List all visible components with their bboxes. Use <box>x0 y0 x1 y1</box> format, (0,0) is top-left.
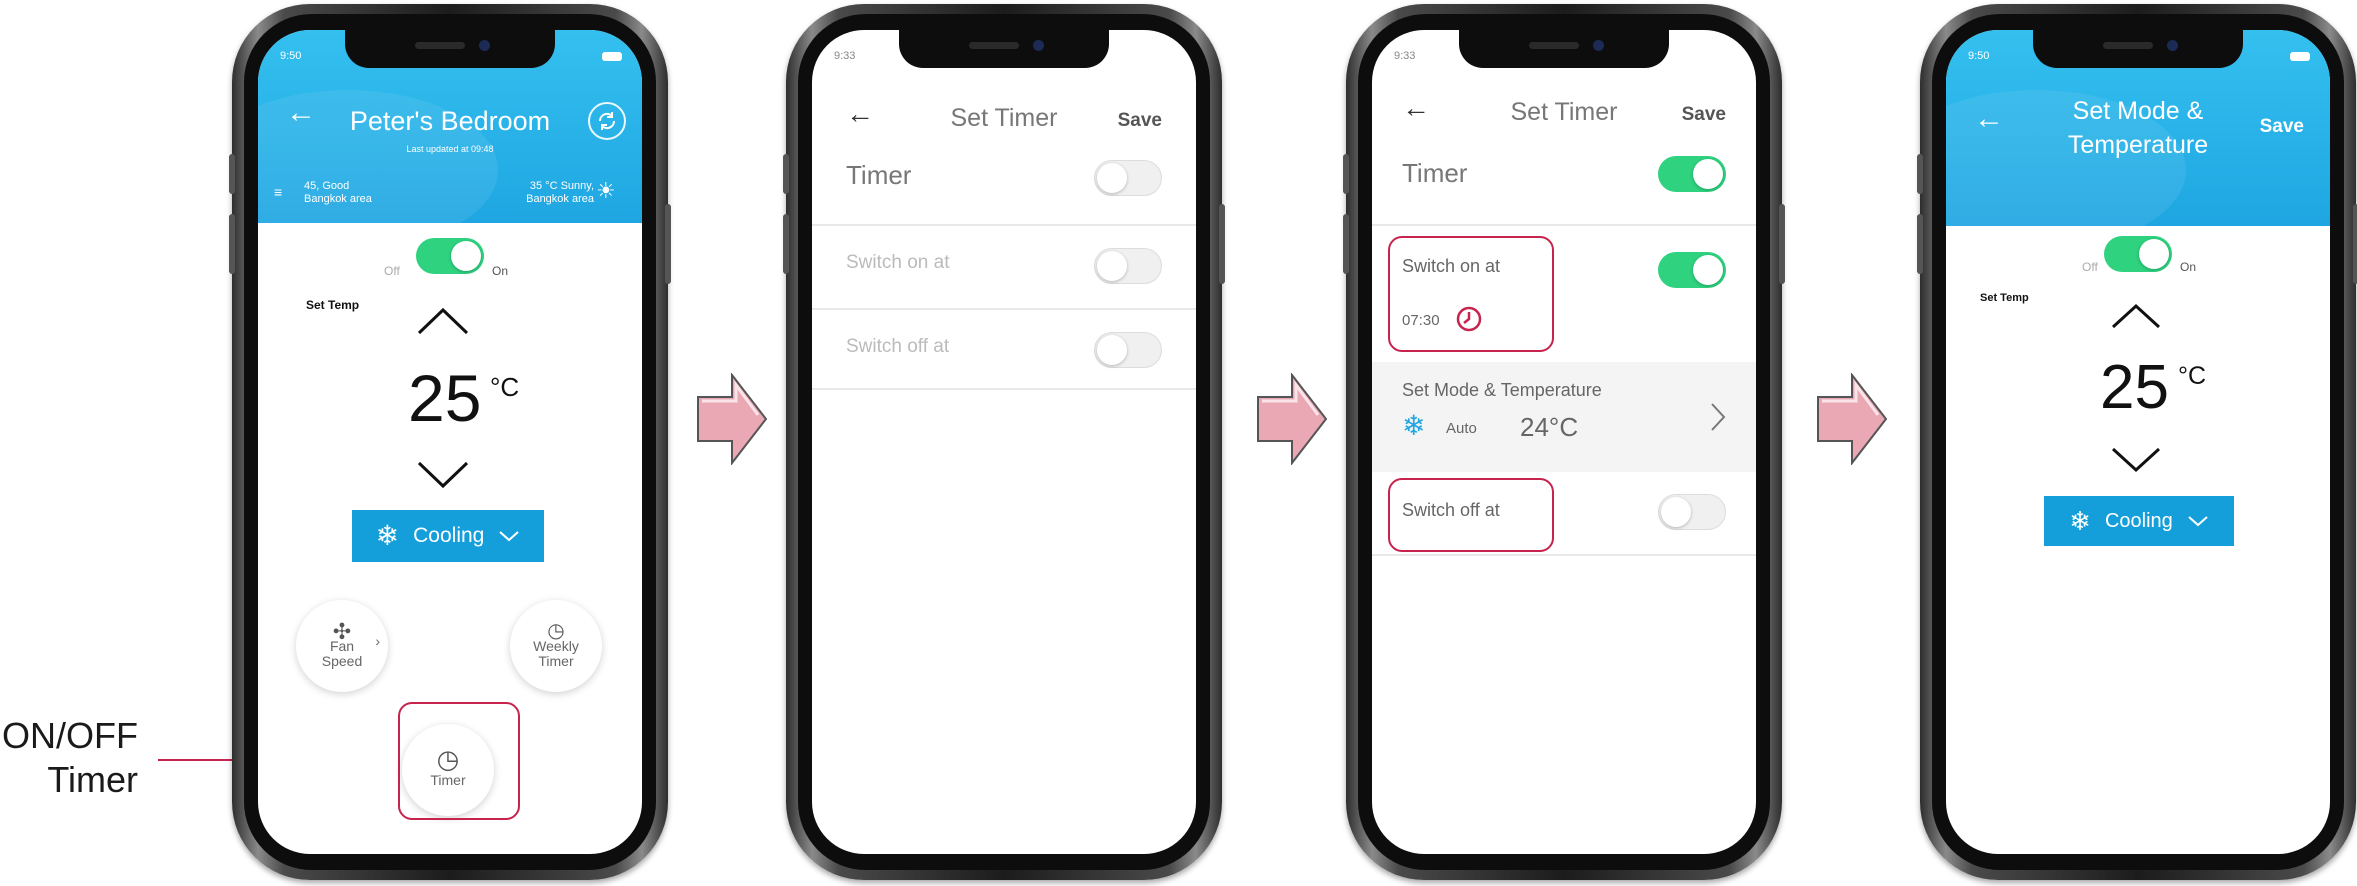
timer-toggle[interactable] <box>1094 160 1162 196</box>
switch-on-toggle[interactable] <box>1658 252 1726 288</box>
power-toggle[interactable] <box>416 238 484 274</box>
battery-icon <box>602 52 622 61</box>
back-arrow-icon[interactable]: ← <box>1974 102 2004 136</box>
callout-line1: ON/OFF <box>2 715 138 756</box>
sun-icon: ☀ <box>596 178 616 203</box>
flow-arrow-icon <box>1257 373 1328 465</box>
refresh-icon[interactable] <box>588 102 626 140</box>
switch-on-label: Switch on at <box>846 252 950 273</box>
status-time: 9:50 <box>1968 50 1990 62</box>
power-off-label: Off <box>384 264 400 278</box>
temperature-unit: °C <box>2178 362 2207 390</box>
status-time: 9:33 <box>834 50 856 62</box>
switch-off-toggle[interactable] <box>1094 332 1162 368</box>
room-title: Peter's Bedroom <box>349 106 551 136</box>
status-time: 9:50 <box>280 50 302 62</box>
chevron-down-icon <box>499 531 520 542</box>
chevron-right-icon <box>1711 403 1726 431</box>
fan-speed-button[interactable]: ✣ Fan Speed › <box>296 600 388 692</box>
mode-dropdown[interactable]: ❄ Cooling <box>352 510 544 562</box>
chevron-right-icon: › <box>375 633 380 649</box>
clock-icon: ◷ <box>547 619 565 642</box>
save-button[interactable]: Save <box>2260 116 2304 138</box>
phone-set-timer-on: 9:33 ← Set Timer Save Timer Switch on at… <box>1343 4 1785 880</box>
weekly-timer-button[interactable]: ◷ Weekly Timer <box>510 600 602 692</box>
flow-arrow-icon <box>697 373 768 465</box>
mode-temp-title: Set Mode & Temperature <box>1402 380 1602 400</box>
switch-off-toggle[interactable] <box>1658 494 1726 530</box>
mode-value: Auto <box>1446 420 1477 437</box>
switch-off-highlight-box <box>1388 478 1554 552</box>
set-mode-screen: 9:50 ← Set Mode & Temperature Save Off On… <box>1946 30 2330 854</box>
temp-down-chevron-icon[interactable] <box>2110 446 2162 479</box>
temp-up-chevron-icon[interactable] <box>416 306 470 341</box>
mode-label: Cooling <box>2104 509 2173 532</box>
air-quality: 45, Good Bangkok area <box>304 180 372 205</box>
mode-temp-value: 24°C <box>1520 412 1579 442</box>
temperature-value: 25 <box>408 361 482 435</box>
save-button[interactable]: Save <box>1118 110 1162 132</box>
mode-label: Cooling <box>413 524 485 547</box>
mode-dropdown[interactable]: ❄ Cooling <box>2044 496 2234 546</box>
wind-icon: ≡ <box>274 184 283 200</box>
set-temp-label: Set Temp <box>1980 292 2029 304</box>
flow-canvas: ON/OFF Timer 9:50 ← Peter's Bedroom Last… <box>0 0 2357 886</box>
temperature-unit: °C <box>490 372 520 402</box>
snowflake-icon: ❄ <box>2069 506 2091 536</box>
power-off-label: Off <box>2082 260 2098 274</box>
phone-set-mode: 9:50 ← Set Mode & Temperature Save Off On… <box>1917 4 2357 880</box>
power-on-label: On <box>2180 260 2197 274</box>
timer-label: Timer <box>1402 158 1468 188</box>
power-toggle[interactable] <box>2104 236 2172 272</box>
phone-set-timer-off: 9:33 ← Set Timer Save Timer Switch on at… <box>783 4 1225 880</box>
set-timer-enabled-screen: 9:33 ← Set Timer Save Timer Switch on at… <box>1372 30 1756 854</box>
weather-info: 35 °C Sunny, Bangkok area <box>526 180 594 205</box>
callout-line2: Timer <box>47 759 138 800</box>
switch-on-highlight-box <box>1388 236 1554 352</box>
timer-highlight-box <box>398 702 520 820</box>
snowflake-icon: ❄ <box>1402 410 1426 441</box>
back-arrow-icon[interactable]: ← <box>286 96 316 130</box>
last-updated: Last updated at 09:48 <box>406 144 494 154</box>
switch-on-toggle[interactable] <box>1094 248 1162 284</box>
temp-up-chevron-icon[interactable] <box>2110 302 2162 335</box>
switch-off-label: Switch off at <box>846 336 950 357</box>
set-timer-screen: 9:33 ← Set Timer Save Timer Switch on at… <box>812 30 1196 854</box>
fan-icon: ✣ <box>332 618 352 644</box>
save-button[interactable]: Save <box>1682 104 1726 126</box>
chevron-down-icon <box>2188 516 2208 527</box>
timer-label: Timer <box>846 160 912 190</box>
battery-icon <box>2290 52 2310 61</box>
set-temp-label: Set Temp <box>306 298 360 312</box>
power-on-label: On <box>492 264 509 278</box>
flow-arrow-icon <box>1817 373 1888 465</box>
timer-toggle[interactable] <box>1658 156 1726 192</box>
temp-down-chevron-icon[interactable] <box>416 460 470 495</box>
snowflake-icon: ❄ <box>375 520 400 551</box>
callout-label: ON/OFF Timer <box>0 714 138 802</box>
status-time: 9:33 <box>1394 50 1416 62</box>
temperature-value: 25 <box>2100 353 2169 422</box>
